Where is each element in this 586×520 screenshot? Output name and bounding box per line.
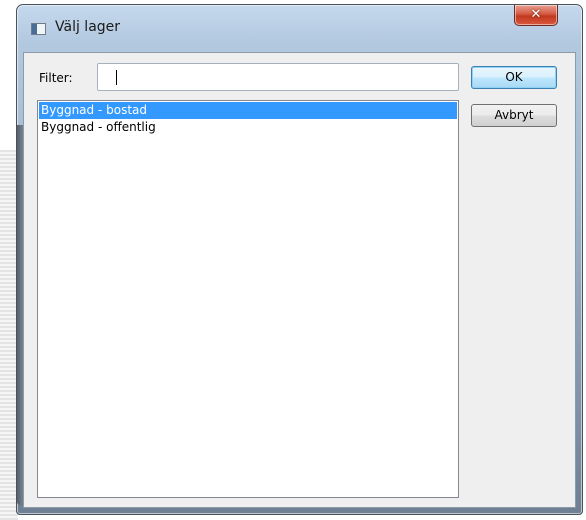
layer-list[interactable]: Byggnad - bostad Byggnad - offentlig	[37, 100, 459, 498]
window-title: Välj lager	[55, 19, 121, 35]
filter-input[interactable]	[97, 63, 459, 91]
dialog-client-area: Filter: Byggnad - bostad Byggnad - offen…	[23, 52, 576, 508]
filter-label: Filter:	[39, 71, 73, 85]
list-item-byggnad-offentlig[interactable]: Byggnad - offentlig	[39, 119, 457, 136]
close-icon: ✕	[530, 7, 542, 22]
list-item-byggnad-bostad[interactable]: Byggnad - bostad	[39, 102, 457, 119]
close-button[interactable]: ✕	[514, 5, 558, 26]
title-bar[interactable]: Välj lager ✕	[17, 5, 582, 45]
cancel-button[interactable]: Avbryt	[471, 104, 557, 127]
text-caret	[116, 70, 117, 85]
window-app-icon	[31, 23, 46, 35]
dialog-window: Välj lager ✕ Filter: Byggnad - bostad By…	[16, 4, 583, 515]
ok-button[interactable]: OK	[471, 66, 557, 89]
desktop: Välj lager ✕ Filter: Byggnad - bostad By…	[0, 0, 586, 520]
